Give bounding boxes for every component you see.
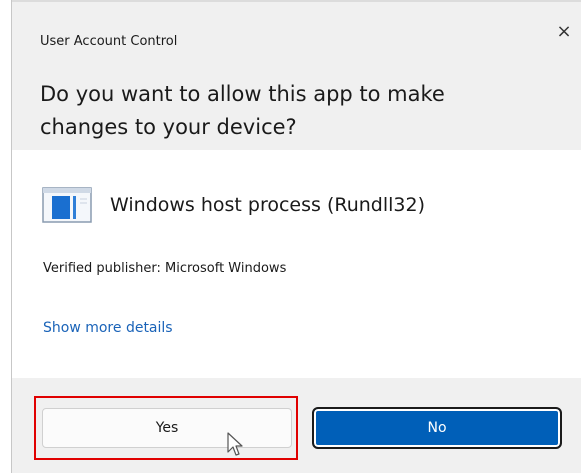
window-title: User Account Control	[40, 34, 178, 49]
verified-publisher: Verified publisher: Microsoft Windows	[43, 261, 287, 276]
app-info-row: Windows host process (Rundll32)	[42, 185, 425, 225]
dialog-header: User Account Control × Do you want to al…	[12, 0, 581, 150]
prompt-question: Do you want to allow this app to make ch…	[40, 82, 445, 139]
no-button[interactable]: No	[312, 407, 562, 449]
mouse-pointer-icon	[227, 432, 243, 456]
show-more-details-link[interactable]: Show more details	[43, 320, 173, 336]
yes-button[interactable]: Yes	[42, 408, 292, 448]
uac-dialog: User Account Control × Do you want to al…	[11, 0, 581, 473]
window-app-icon	[42, 187, 92, 223]
close-button[interactable]: ×	[552, 20, 576, 44]
app-name: Windows host process (Rundll32)	[110, 194, 426, 216]
